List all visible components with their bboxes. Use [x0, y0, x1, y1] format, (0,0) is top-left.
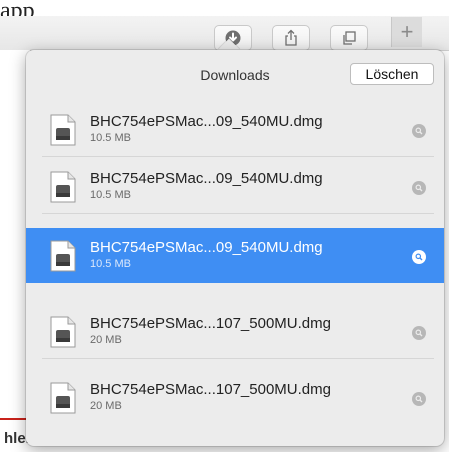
- share-button[interactable]: [272, 25, 310, 51]
- file-name: BHC754ePSMac...09_540MU.dmg: [90, 113, 323, 130]
- tabs-icon: [341, 30, 357, 46]
- dmg-file-icon: [50, 240, 76, 272]
- accent-divider: [0, 418, 26, 420]
- dmg-file-icon: [50, 316, 76, 348]
- clear-downloads-button[interactable]: Löschen: [350, 63, 434, 85]
- file-name: BHC754ePSMac...107_500MU.dmg: [90, 315, 331, 332]
- magnifier-icon[interactable]: [412, 392, 426, 406]
- dmg-file-icon: [50, 114, 76, 146]
- magnifier-icon[interactable]: [412, 181, 426, 195]
- row-divider: [42, 156, 434, 157]
- file-size: 10.5 MB: [90, 258, 131, 270]
- screen: app + hlen. Downloads Löschen BHC754ePSM…: [0, 0, 449, 452]
- magnifier-icon[interactable]: [412, 250, 426, 264]
- download-item[interactable]: BHC754ePSMac...09_540MU.dmg 10.5 MB: [26, 102, 444, 157]
- new-tab-button[interactable]: +: [391, 17, 422, 47]
- file-size: 10.5 MB: [90, 132, 131, 144]
- file-name: BHC754ePSMac...09_540MU.dmg: [90, 170, 323, 187]
- download-item-selected[interactable]: BHC754ePSMac...09_540MU.dmg 10.5 MB: [26, 228, 444, 283]
- tabs-overview-button[interactable]: [330, 25, 368, 51]
- file-name: BHC754ePSMac...107_500MU.dmg: [90, 381, 331, 398]
- file-size: 20 MB: [90, 334, 122, 346]
- share-icon: [283, 29, 299, 47]
- dmg-file-icon: [50, 171, 76, 203]
- magnifier-icon[interactable]: [412, 124, 426, 138]
- download-item[interactable]: BHC754ePSMac...09_540MU.dmg 10.5 MB: [26, 159, 444, 214]
- download-item[interactable]: BHC754ePSMac...107_500MU.dmg 20 MB: [26, 370, 444, 425]
- row-divider: [42, 213, 434, 214]
- row-divider: [42, 358, 434, 359]
- download-item[interactable]: BHC754ePSMac...107_500MU.dmg 20 MB: [26, 304, 444, 359]
- file-size: 20 MB: [90, 400, 122, 412]
- magnifier-icon[interactable]: [412, 326, 426, 340]
- downloads-popover: Downloads Löschen BHC754ePSMac...09_540M…: [26, 50, 444, 446]
- dmg-file-icon: [50, 382, 76, 414]
- file-name: BHC754ePSMac...09_540MU.dmg: [90, 239, 323, 256]
- file-size: 10.5 MB: [90, 189, 131, 201]
